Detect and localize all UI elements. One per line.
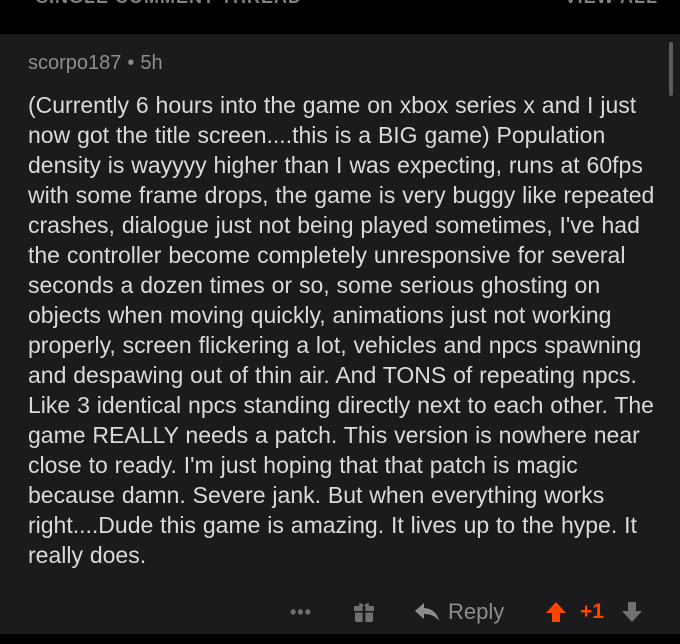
- upvote-button[interactable]: [544, 594, 568, 630]
- downvote-icon: [622, 602, 642, 622]
- comment-meta: scorpo187 • 5h: [28, 52, 163, 75]
- upvote-icon: [546, 602, 566, 622]
- comment-actions: ••• Reply +1: [0, 594, 680, 630]
- reply-arrow-icon: [415, 603, 439, 621]
- more-icon: •••: [290, 601, 312, 622]
- more-button[interactable]: •••: [290, 594, 312, 630]
- award-icon: [354, 603, 374, 622]
- award-button[interactable]: [352, 594, 376, 630]
- reply-button[interactable]: Reply: [414, 594, 504, 630]
- vote-score: +1: [580, 600, 604, 623]
- scrollbar[interactable]: [669, 42, 673, 96]
- thread-label: SINGLE COMMENT THREAD: [36, 0, 302, 8]
- comment-age: 5h: [140, 52, 163, 74]
- downvote-button[interactable]: [620, 594, 644, 630]
- comment-body: (Currently 6 hours into the game on xbox…: [28, 92, 655, 568]
- view-all-link[interactable]: VIEW ALL: [565, 0, 658, 8]
- meta-separator: •: [127, 52, 135, 74]
- reply-label: Reply: [448, 599, 505, 624]
- thread-header: SINGLE COMMENT THREAD VIEW ALL: [0, 0, 680, 28]
- comment-author[interactable]: scorpo187: [28, 52, 121, 74]
- bottom-strip: [0, 634, 680, 644]
- comment-card: scorpo187 • 5h (Currently 6 hours into the…: [0, 34, 680, 634]
